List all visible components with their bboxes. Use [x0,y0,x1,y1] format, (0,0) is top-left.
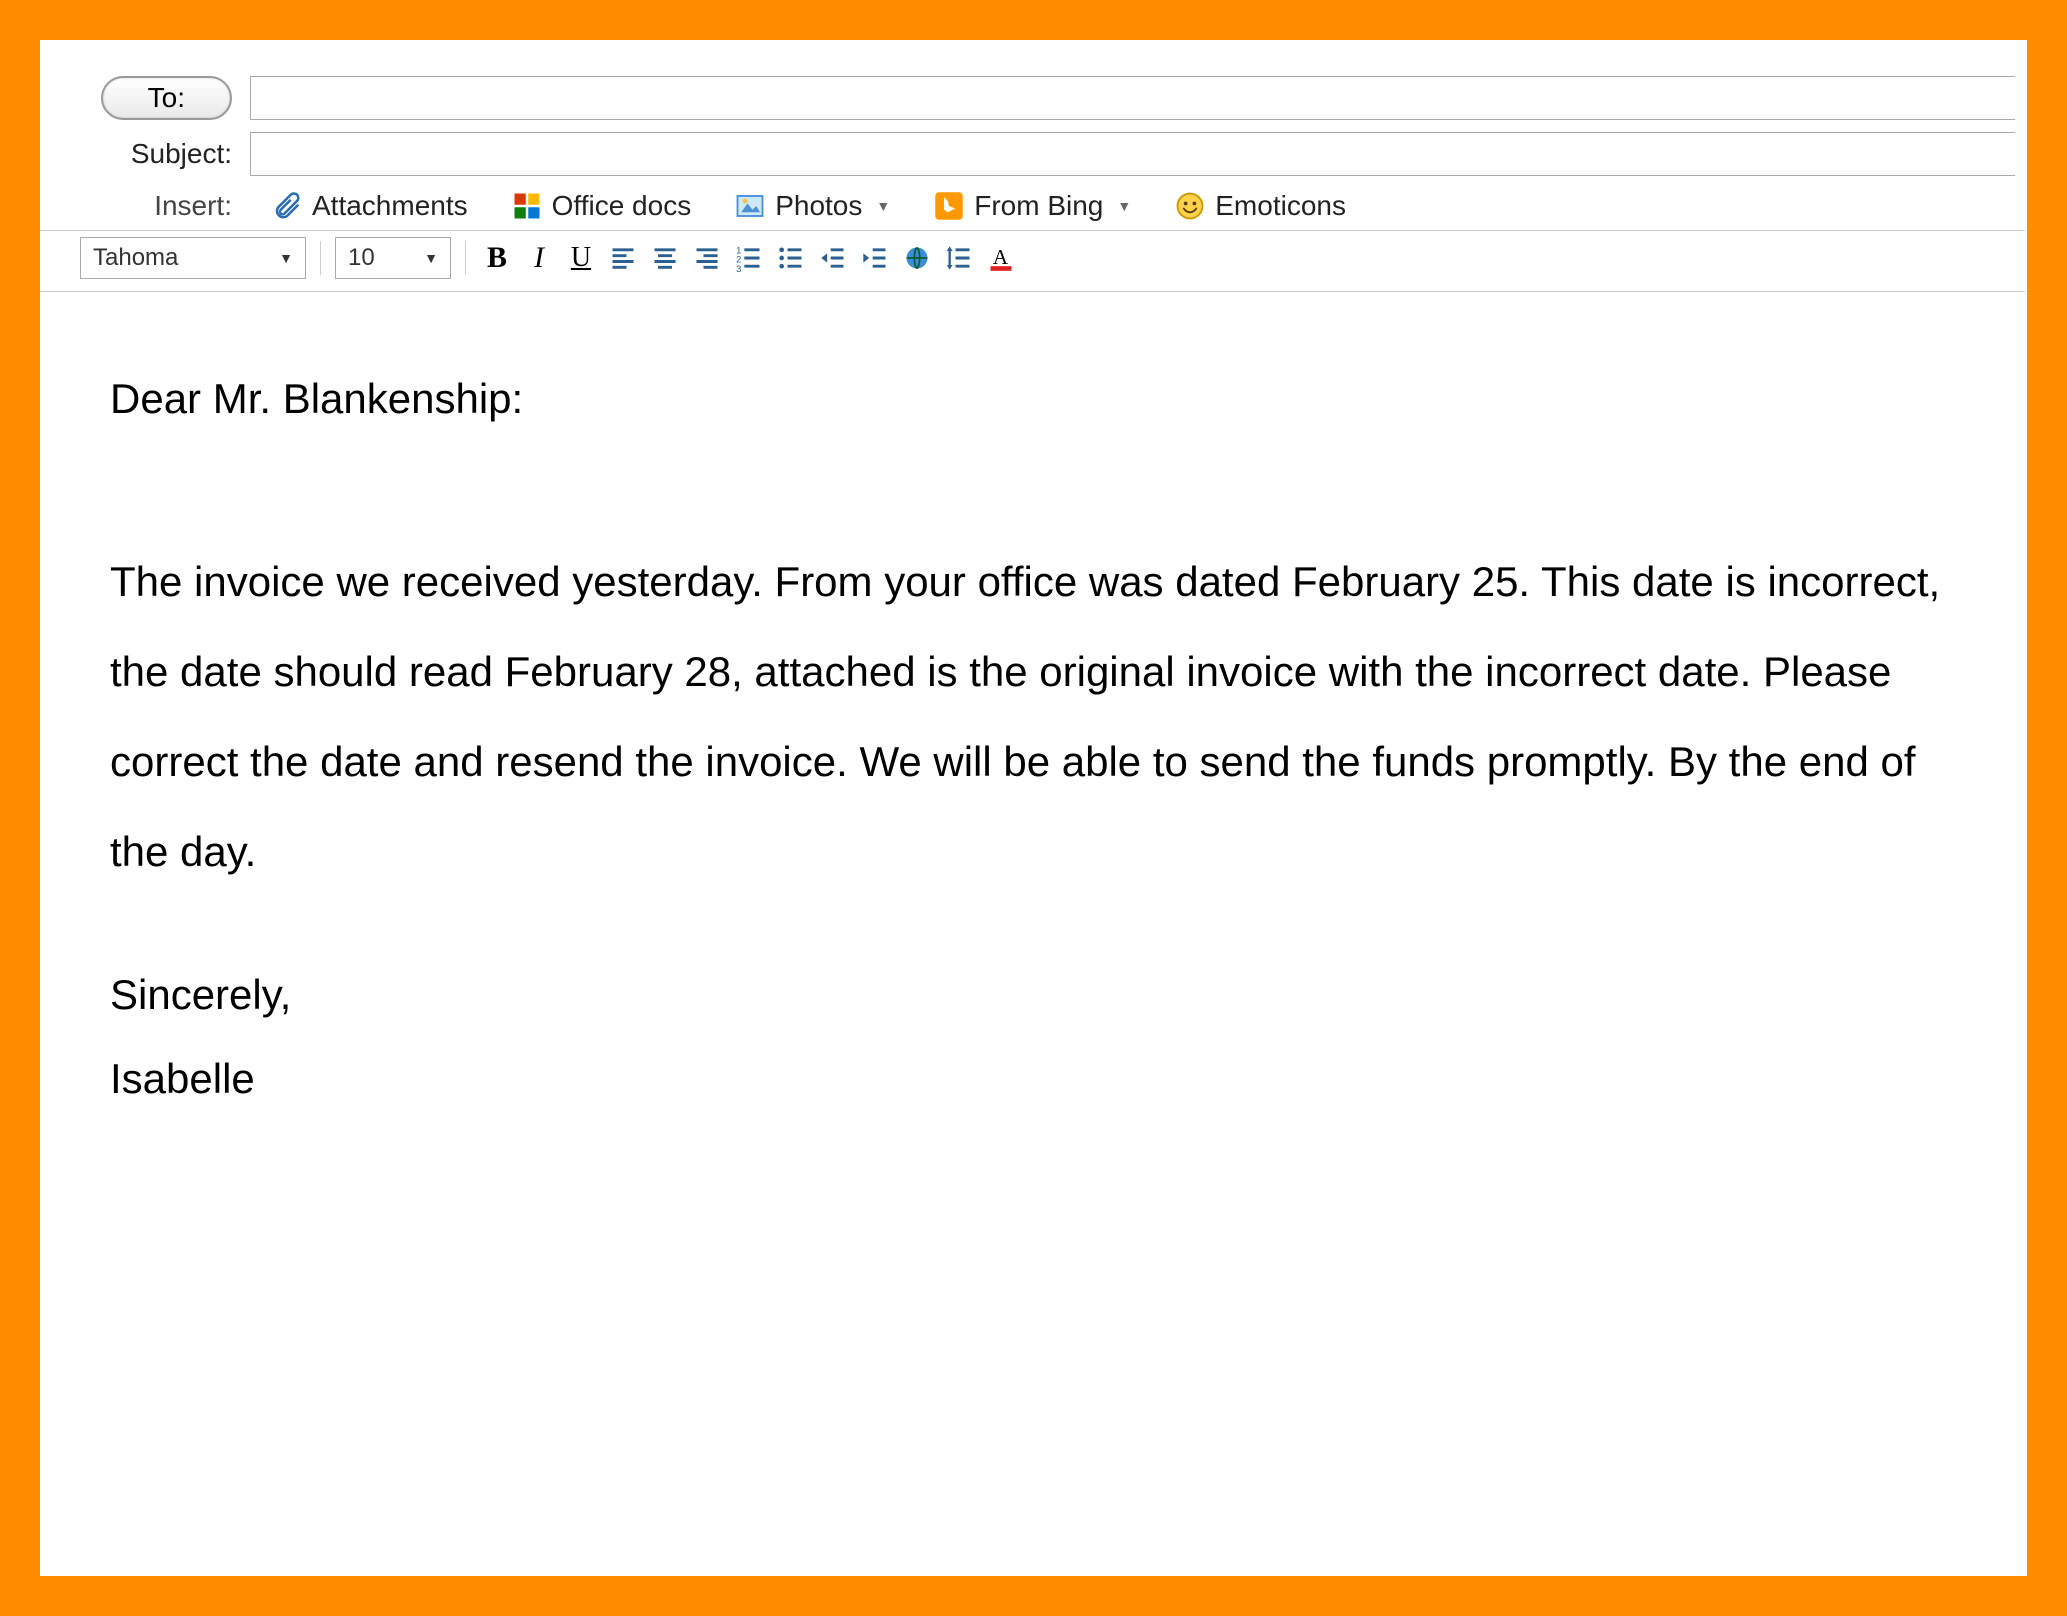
outdent-icon [819,244,847,272]
chevron-down-icon: ▼ [876,198,890,214]
bold-button[interactable]: B [480,241,514,275]
insert-label: Insert: [40,190,250,222]
italic-button[interactable]: I [522,241,556,275]
ordered-list-button[interactable]: 1 2 3 [732,241,766,275]
signoff-text: Sincerely, [110,968,1955,1023]
align-center-icon [651,244,679,272]
align-center-button[interactable] [648,241,682,275]
insert-link-button[interactable] [900,241,934,275]
insert-photos-label: Photos [775,190,862,222]
chevron-down-icon: ▼ [424,250,438,266]
indent-button[interactable] [858,241,892,275]
subject-label: Subject: [40,138,250,170]
font-name-select[interactable]: Tahoma ▼ [80,237,306,279]
align-right-icon [693,244,721,272]
font-name-value: Tahoma [93,244,178,272]
svg-text:A: A [993,245,1009,269]
insert-from-bing[interactable]: From Bing ▼ [912,186,1153,226]
mail-body-editor[interactable]: Dear Mr. Blankenship: The invoice we rec… [40,292,2025,1107]
ordered-list-icon: 1 2 3 [735,244,763,272]
font-color-icon: A [987,244,1015,272]
align-left-icon [609,244,637,272]
subject-input[interactable] [250,132,2015,176]
align-right-button[interactable] [690,241,724,275]
italic-icon: I [534,241,544,275]
signature-text: Isabelle [110,1052,1955,1107]
link-icon [903,244,931,272]
insert-attachments[interactable]: Attachments [250,186,490,226]
line-height-button[interactable] [942,241,976,275]
spacer [110,898,1955,968]
insert-bar: Insert: Attachments Office docs [40,182,2025,231]
to-row: To: [40,70,2025,126]
insert-attachments-label: Attachments [312,190,468,222]
insert-office-docs[interactable]: Office docs [490,186,714,226]
photo-icon [735,191,765,221]
insert-from-bing-label: From Bing [974,190,1103,222]
to-label-wrap: To: [40,76,250,120]
align-left-button[interactable] [606,241,640,275]
font-size-select[interactable]: 10 ▼ [335,237,451,279]
chevron-down-icon: ▼ [1117,198,1131,214]
subject-row: Subject: [40,126,2025,182]
insert-photos[interactable]: Photos ▼ [713,186,912,226]
to-input[interactable] [250,76,2015,120]
outdent-button[interactable] [816,241,850,275]
greeting-text: Dear Mr. Blankenship: [110,372,1955,427]
office-icon [512,191,542,221]
format-toolbar: Tahoma ▼ 10 ▼ B I U 1 2 3 [40,231,2025,292]
insert-office-docs-label: Office docs [552,190,692,222]
emoticon-icon [1175,191,1205,221]
underline-icon: U [571,242,591,274]
bing-icon [934,191,964,221]
paperclip-icon [272,191,302,221]
body-text: The invoice we received yesterday. From … [110,537,1955,898]
font-color-button[interactable]: A [984,241,1018,275]
insert-emoticons[interactable]: Emoticons [1153,186,1368,226]
unordered-list-button[interactable] [774,241,808,275]
underline-button[interactable]: U [564,241,598,275]
insert-emoticons-label: Emoticons [1215,190,1346,222]
bold-icon: B [487,241,507,275]
separator [465,241,466,275]
spacer [110,467,1955,537]
compose-window: To: Subject: Insert: Attachments [40,40,2027,1576]
font-size-value: 10 [348,244,375,272]
line-height-icon [945,244,973,272]
chevron-down-icon: ▼ [279,250,293,266]
separator [320,241,321,275]
to-button[interactable]: To: [101,76,232,120]
svg-text:3: 3 [736,264,741,272]
unordered-list-icon [777,244,805,272]
indent-icon [861,244,889,272]
